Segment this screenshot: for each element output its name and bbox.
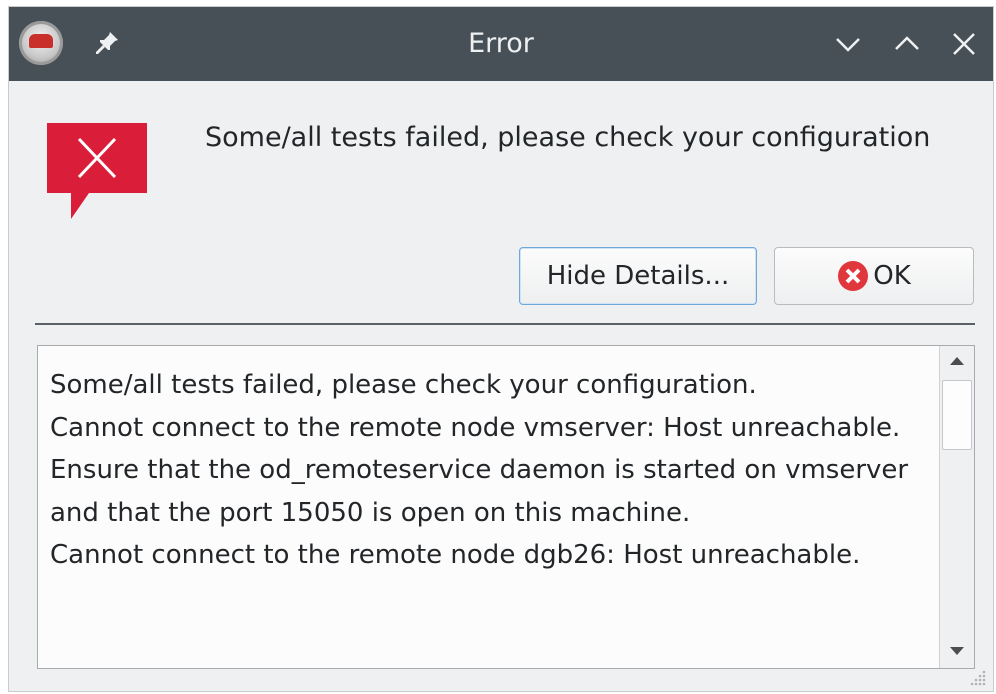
details-scrollbar[interactable] <box>939 346 974 668</box>
details-line: Some/all tests failed, please check your… <box>50 370 757 400</box>
details-line: Cannot connect to the remote node dgb26:… <box>50 540 861 570</box>
scroll-down-arrow-icon[interactable] <box>947 644 967 658</box>
pin-icon[interactable] <box>93 29 121 57</box>
scroll-thumb[interactable] <box>942 380 972 450</box>
details-line: Cannot connect to the remote node vmserv… <box>50 412 901 443</box>
details-line: Ensure that the od_remoteservice daemon … <box>50 455 909 528</box>
ok-cancel-icon <box>838 261 869 291</box>
hide-details-button[interactable]: Hide Details... <box>519 247 757 305</box>
hide-details-label: Hide Details... <box>546 261 730 291</box>
ok-label: OK <box>873 261 911 291</box>
maximize-icon[interactable] <box>892 29 922 59</box>
separator-line <box>35 323 975 325</box>
ok-button[interactable]: OK <box>774 247 974 305</box>
error-icon <box>47 123 147 219</box>
scroll-up-arrow-icon[interactable] <box>947 354 967 368</box>
minimize-icon[interactable] <box>833 29 863 59</box>
app-icon[interactable] <box>19 21 63 65</box>
error-message: Some/all tests failed, please check your… <box>205 122 931 153</box>
error-dialog-window: Error Some/all tests failed, please chec… <box>8 6 994 692</box>
title-bar[interactable]: Error <box>9 7 993 81</box>
resize-grip-icon[interactable] <box>969 669 987 687</box>
details-text: Some/all tests failed, please check your… <box>50 364 930 577</box>
close-icon[interactable] <box>949 29 979 59</box>
details-text-area[interactable]: Some/all tests failed, please check your… <box>37 345 975 669</box>
app-icon-emblem <box>29 34 53 48</box>
